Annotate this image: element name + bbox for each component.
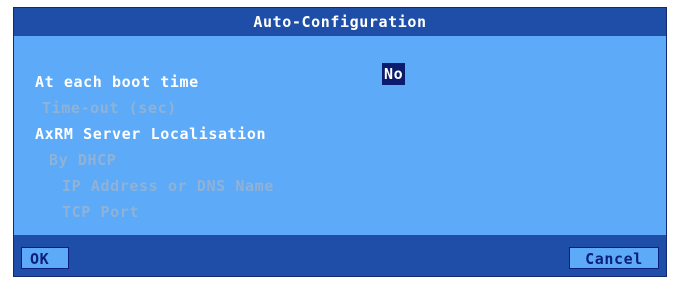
ip-address-label: IP Address or DNS Name (62, 177, 274, 195)
by-dhcp-label: By DHCP (49, 151, 117, 169)
dialog-titlebar: Auto-Configuration (14, 8, 666, 36)
boot-time-label: At each boot time (35, 73, 199, 91)
form-area: At each boot time Time-out (sec) AxRM Se… (14, 36, 666, 237)
boot-time-value-field[interactable]: No (382, 63, 406, 85)
ok-button[interactable]: OK (21, 247, 69, 269)
dialog-footer: OK Cancel (14, 235, 666, 276)
cancel-button[interactable]: Cancel (569, 247, 659, 269)
server-localisation-label: AxRM Server Localisation (35, 125, 267, 143)
dialog-title: Auto-Configuration (253, 13, 427, 31)
tcp-port-label: TCP Port (62, 203, 140, 221)
timeout-label: Time-out (sec) (42, 99, 177, 117)
auto-configuration-dialog: Auto-Configuration At each boot time Tim… (13, 7, 667, 277)
